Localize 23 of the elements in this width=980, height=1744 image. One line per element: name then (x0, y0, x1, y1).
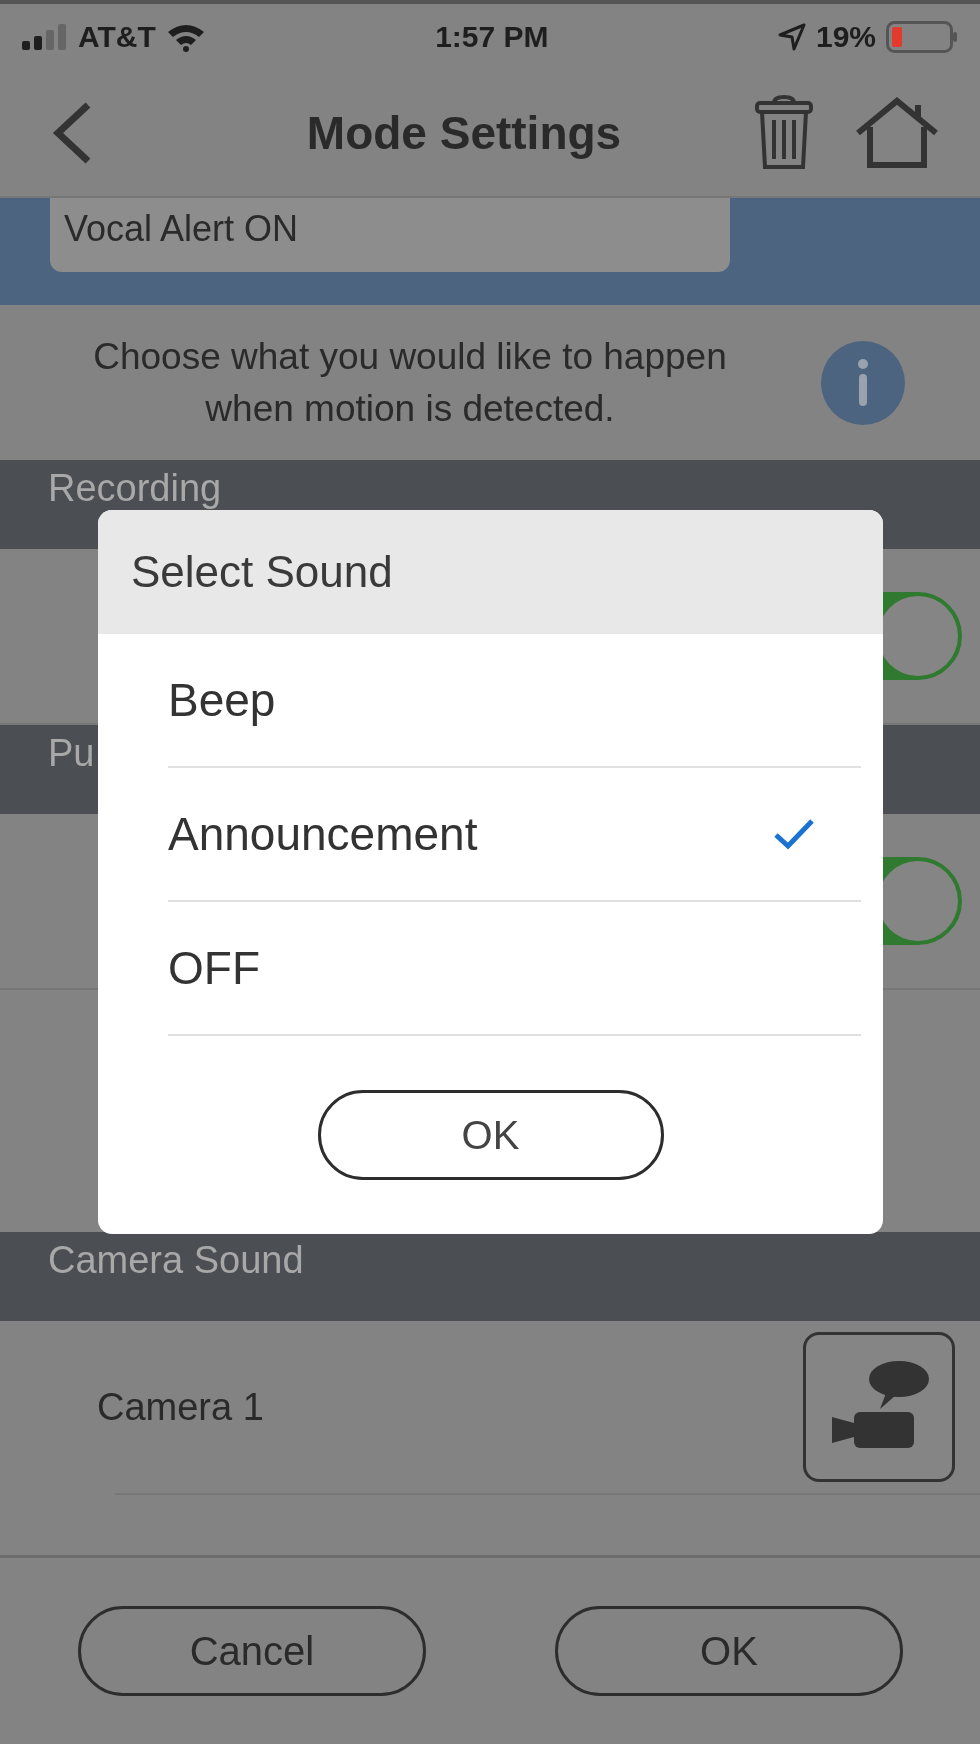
dialog-ok-button[interactable]: OK (317, 1090, 664, 1180)
camera-name: Camera 1 (97, 1385, 265, 1429)
page-title: Mode Settings (305, 106, 623, 160)
cancel-button[interactable]: Cancel (78, 1606, 426, 1696)
ok-button[interactable]: OK (555, 1606, 903, 1696)
trash-icon (754, 95, 814, 171)
vocal-alert-field[interactable]: Vocal Alert ON (50, 198, 730, 272)
delete-button[interactable] (754, 95, 814, 171)
location-arrow-icon (777, 23, 806, 51)
clock-time: 1:57 PM (435, 20, 549, 54)
section-title: Recording (48, 468, 222, 508)
info-icon (820, 339, 906, 426)
camera-speech-button[interactable] (803, 1332, 955, 1482)
battery-icon (886, 21, 958, 53)
section-title: Camera Sound (48, 1240, 304, 1280)
home-icon (854, 97, 940, 169)
description-text: Choose what you would like to happen when motion is detected. (92, 334, 728, 431)
section-title: Pu (48, 733, 95, 773)
battery-percentage: 19% (815, 20, 876, 54)
dialog-title: Select Sound (131, 547, 393, 597)
signal-icon (22, 24, 68, 50)
home-button[interactable] (854, 97, 940, 169)
carrier-name: AT&T (78, 20, 156, 54)
